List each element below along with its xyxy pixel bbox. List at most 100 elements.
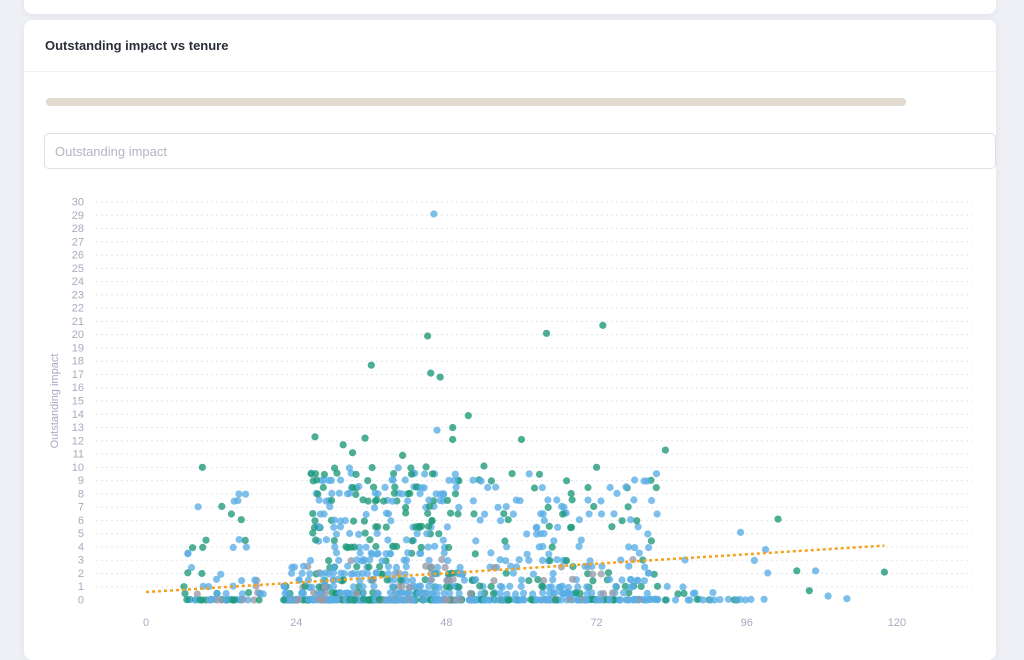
data-point [622,483,630,491]
data-point [328,489,336,497]
data-point [424,543,432,551]
data-point [650,595,659,603]
data-point [242,490,250,498]
data-point [515,556,523,564]
data-point [311,433,319,441]
data-point [538,582,546,590]
y-tick-label: 11 [73,449,84,461]
data-point [199,543,207,552]
data-point [423,530,431,538]
data-point [633,576,641,585]
data-point [716,596,724,604]
data-point [336,589,344,597]
data-point [476,516,484,524]
data-point [442,596,450,604]
data-point [536,530,545,538]
data-point [460,576,468,584]
data-point [481,596,489,604]
data-point [549,569,557,578]
data-point [404,497,412,505]
data-point [563,477,571,485]
data-point [774,515,782,523]
data-point [494,503,502,511]
data-point [332,530,341,538]
data-point [407,470,416,478]
data-point [389,583,397,591]
data-point [374,523,382,531]
data-point [518,576,526,584]
y-tick-label: 15 [72,396,84,408]
data-point [384,536,392,544]
data-point [317,596,325,604]
data-point [572,589,580,597]
data-point [610,510,618,518]
data-point [317,570,325,578]
data-point [320,470,328,479]
data-point [741,596,750,604]
data-point [811,567,820,575]
data-point [352,490,360,499]
data-point [294,595,303,604]
data-point [684,596,692,604]
data-point [451,470,459,478]
data-point [288,569,296,577]
data-point [424,332,432,340]
data-point [360,517,368,525]
data-point [422,463,430,471]
data-point [480,462,488,470]
data-point [706,596,715,604]
data-point [496,556,504,564]
data-point [620,589,628,597]
data-point [843,595,851,603]
data-point [556,583,564,591]
data-point [548,543,556,551]
data-point [647,537,656,545]
y-tick-label: 10 [72,462,84,474]
data-point [631,595,639,604]
data-point [545,522,553,530]
data-point [429,590,437,598]
data-point [551,596,560,604]
x-tick-label: 0 [143,617,149,629]
data-point [410,596,418,604]
data-point [235,490,243,498]
data-point [394,464,402,472]
data-point [183,596,191,604]
data-point [471,550,479,558]
data-point [487,477,495,485]
data-point [568,496,576,504]
data-point [425,582,433,590]
data-point [699,596,707,604]
data-point [437,490,445,498]
data-point [389,542,397,551]
data-point [567,523,576,531]
data-point [469,476,477,484]
data-point [652,470,661,478]
data-point [544,503,552,511]
data-point [298,589,306,597]
data-point [372,542,380,551]
data-point [309,509,317,518]
data-point [433,426,441,434]
data-point [527,595,535,604]
data-point [506,582,514,590]
data-point [455,589,463,598]
data-point [421,470,429,478]
data-point [399,451,407,459]
data-point [517,582,525,591]
data-point [404,549,412,557]
data-point [590,502,598,511]
data-point [445,543,453,552]
data-point [255,596,263,604]
data-point [184,569,192,577]
data-point [235,536,243,544]
data-point [606,575,614,584]
y-tick-label: 22 [72,303,84,315]
data-point [641,563,649,571]
data-point [496,590,504,598]
x-tick-label: 72 [590,617,602,629]
data-point [563,557,571,565]
data-point [584,496,592,504]
data-point [525,470,533,478]
data-point [259,590,267,598]
